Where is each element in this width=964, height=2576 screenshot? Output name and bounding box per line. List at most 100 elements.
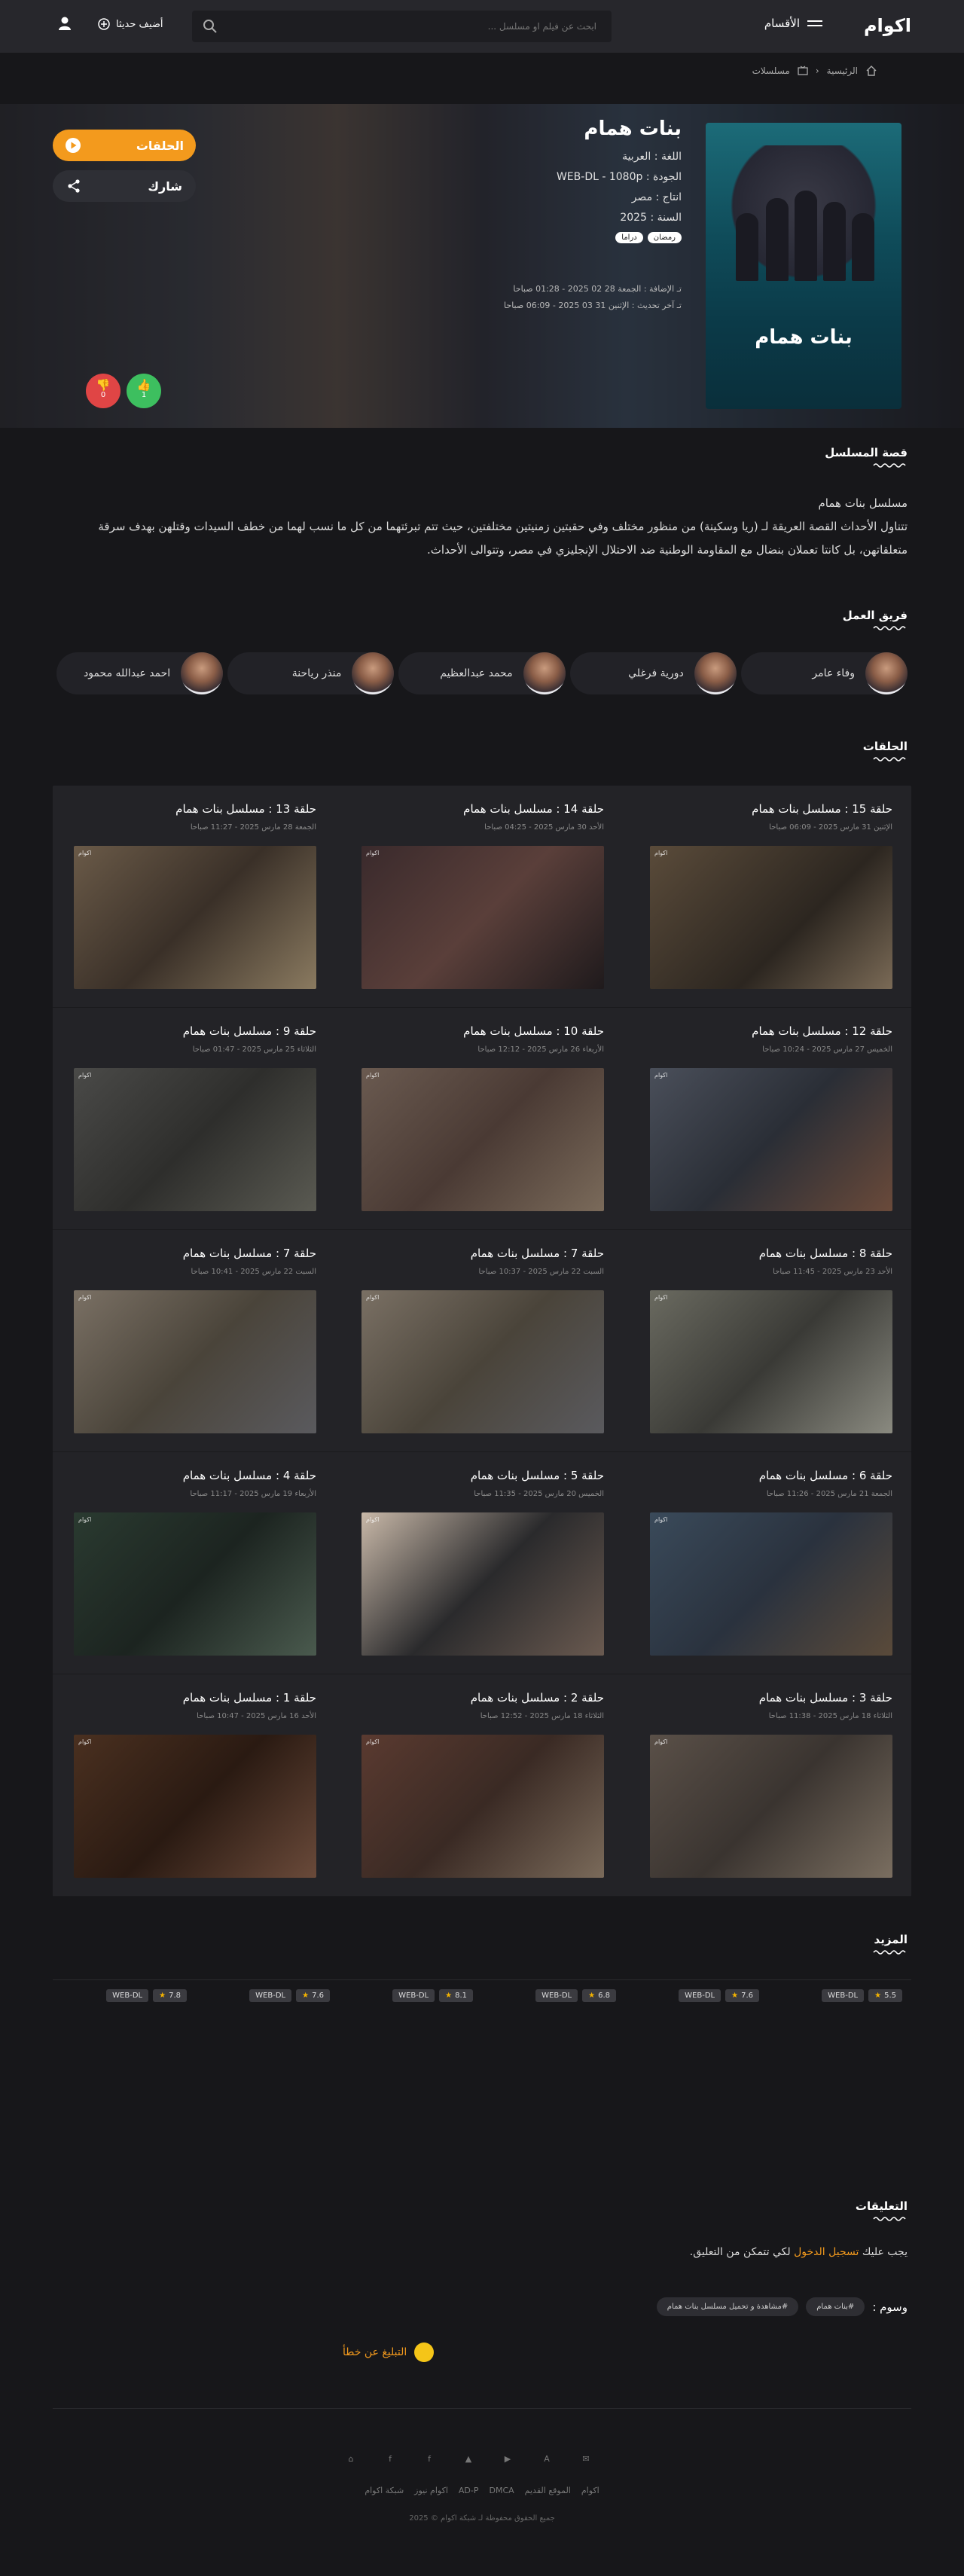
episode-card[interactable]: حلقة 9 : مسلسل بنات همام الثلاثاء 25 مارس… bbox=[68, 1024, 316, 1213]
team-member[interactable]: وفاء عامر bbox=[740, 652, 908, 694]
team-member[interactable]: محمد عبدالعظيم bbox=[398, 652, 566, 694]
episode-title[interactable]: حلقة 1 : مسلسل بنات همام bbox=[68, 1691, 316, 1705]
episode-card[interactable]: حلقة 7 : مسلسل بنات همام السبت 22 مارس 20… bbox=[68, 1247, 316, 1435]
breadcrumb-series[interactable]: مسلسلات bbox=[752, 66, 790, 76]
episode-title[interactable]: حلقة 7 : مسلسل بنات همام bbox=[355, 1247, 604, 1260]
footer-link[interactable]: الموقع القديم bbox=[525, 2486, 571, 2495]
facebook-page-icon[interactable]: f bbox=[421, 2450, 438, 2467]
episode-date: السبت 22 مارس 2025 - 10:41 صباحا bbox=[191, 1268, 316, 1276]
episode-card[interactable]: حلقة 15 : مسلسل بنات همام الإثنين 31 مارس… bbox=[644, 802, 892, 990]
episodes-button-label: الحلقات bbox=[136, 138, 184, 153]
series-quality: الجودة : WEB-DL - 1080p bbox=[556, 171, 682, 183]
keyword-tag[interactable]: #مشاهدة و تحميل مسلسل بنات همام bbox=[656, 2297, 799, 2316]
episode-title[interactable]: حلقة 13 : مسلسل بنات همام bbox=[68, 802, 316, 816]
episode-title[interactable]: حلقة 14 : مسلسل بنات همام bbox=[355, 802, 604, 816]
quality-badge: WEB-DL bbox=[249, 1988, 292, 2002]
episode-card[interactable]: حلقة 12 : مسلسل بنات همام الخميس 27 مارس … bbox=[644, 1024, 892, 1213]
episode-thumbnail[interactable]: اكوام bbox=[650, 1068, 892, 1211]
recently-added-link[interactable]: أضيف حديثا bbox=[98, 18, 163, 30]
episode-thumbnail[interactable]: اكوام bbox=[650, 1512, 892, 1656]
team-member[interactable]: احمد عبدالله محمود bbox=[56, 652, 224, 694]
episode-card[interactable]: حلقة 1 : مسلسل بنات همام الأحد 16 مارس 20… bbox=[68, 1691, 316, 1879]
episode-card[interactable]: حلقة 8 : مسلسل بنات همام الأحد 23 مارس 20… bbox=[644, 1247, 892, 1435]
more-item[interactable]: WEB-DL ★ 5.5 bbox=[822, 1986, 902, 2004]
episode-title[interactable]: حلقة 7 : مسلسل بنات همام bbox=[68, 1247, 316, 1260]
episode-card[interactable]: حلقة 2 : مسلسل بنات همام الثلاثاء 18 مارس… bbox=[355, 1691, 604, 1879]
like-button[interactable]: 👍 1 bbox=[127, 374, 161, 408]
episode-thumbnail[interactable]: اكوام bbox=[650, 1290, 892, 1433]
more-item[interactable]: WEB-DL ★ 6.8 bbox=[535, 1986, 616, 2004]
episode-thumbnail[interactable]: اكوام bbox=[74, 1735, 316, 1878]
footer-link[interactable]: اكوام bbox=[581, 2486, 599, 2495]
episodes-button[interactable]: الحلقات bbox=[53, 130, 196, 161]
episode-title[interactable]: حلقة 6 : مسلسل بنات همام bbox=[644, 1469, 892, 1482]
episode-thumbnail[interactable]: اكوام bbox=[362, 846, 604, 989]
episode-title[interactable]: حلقة 12 : مسلسل بنات همام bbox=[644, 1024, 892, 1038]
footer-link[interactable]: DMCA bbox=[490, 2486, 514, 2495]
episode-thumbnail[interactable]: اكوام bbox=[362, 1290, 604, 1433]
genre-tag[interactable]: رمضان bbox=[647, 232, 682, 243]
site-logo[interactable]: اكوام bbox=[864, 15, 911, 36]
episode-card[interactable]: حلقة 10 : مسلسل بنات همام الأربعاء 26 مار… bbox=[355, 1024, 604, 1213]
login-link[interactable]: تسجيل الدخول bbox=[794, 2246, 859, 2258]
app-store-icon[interactable]: A bbox=[538, 2450, 555, 2467]
team-member[interactable]: منذر رياحنة bbox=[227, 652, 395, 694]
contact-icon[interactable]: ✉ bbox=[578, 2450, 594, 2467]
episode-card[interactable]: حلقة 14 : مسلسل بنات همام الأحد 30 مارس 2… bbox=[355, 802, 604, 990]
poster-title: بنات همام bbox=[755, 326, 853, 349]
episode-title[interactable]: حلقة 5 : مسلسل بنات همام bbox=[355, 1469, 604, 1482]
episode-thumbnail[interactable]: اكوام bbox=[362, 1068, 604, 1211]
episode-thumbnail[interactable]: اكوام bbox=[74, 846, 316, 989]
episode-card[interactable]: حلقة 13 : مسلسل بنات همام الجمعة 28 مارس … bbox=[68, 802, 316, 990]
episode-thumbnail[interactable]: اكوام bbox=[362, 1735, 604, 1878]
share-button[interactable]: شارك bbox=[53, 170, 196, 202]
user-icon[interactable] bbox=[56, 15, 73, 32]
episode-card[interactable]: حلقة 5 : مسلسل بنات همام الخميس 20 مارس 2… bbox=[355, 1469, 604, 1657]
sections-menu-button[interactable]: الأقسام bbox=[764, 17, 822, 30]
more-item[interactable]: WEB-DL ★ 7.6 bbox=[679, 1986, 759, 2004]
episode-thumbnail[interactable]: اكوام bbox=[74, 1290, 316, 1433]
episode-card[interactable]: حلقة 4 : مسلسل بنات همام الأربعاء 19 مارس… bbox=[68, 1469, 316, 1657]
home-icon[interactable]: ⌂ bbox=[343, 2450, 359, 2467]
keyword-tag[interactable]: #بنات همام bbox=[806, 2297, 865, 2316]
episode-card[interactable]: حلقة 7 : مسلسل بنات همام السبت 22 مارس 20… bbox=[355, 1247, 604, 1435]
episode-title[interactable]: حلقة 2 : مسلسل بنات همام bbox=[355, 1691, 604, 1705]
episode-title[interactable]: حلقة 3 : مسلسل بنات همام bbox=[644, 1691, 892, 1705]
home-icon[interactable] bbox=[865, 65, 877, 77]
facebook-icon[interactable]: f bbox=[382, 2450, 398, 2467]
episode-title[interactable]: حلقة 10 : مسلسل بنات همام bbox=[355, 1024, 604, 1038]
more-item[interactable]: WEB-DL ★ 7.8 bbox=[106, 1986, 187, 2004]
watermark-logo: اكوام bbox=[654, 1738, 668, 1745]
episode-card[interactable]: حلقة 6 : مسلسل بنات همام الجمعة 21 مارس 2… bbox=[644, 1469, 892, 1657]
episode-card[interactable]: حلقة 3 : مسلسل بنات همام الثلاثاء 18 مارس… bbox=[644, 1691, 892, 1879]
footer-link[interactable]: اكوام نيوز bbox=[414, 2486, 448, 2495]
search-icon[interactable] bbox=[203, 19, 218, 34]
dislike-button[interactable]: 👎 0 bbox=[86, 374, 120, 408]
breadcrumb-home[interactable]: الرئيسية bbox=[827, 66, 858, 76]
episode-row: حلقة 15 : مسلسل بنات همام الإثنين 31 مارس… bbox=[53, 786, 911, 1008]
more-item[interactable]: WEB-DL ★ 8.1 bbox=[392, 1986, 473, 2004]
team-member[interactable]: دورية فرغلي bbox=[569, 652, 737, 694]
episode-date: الأربعاء 19 مارس 2025 - 11:17 صباحا bbox=[190, 1490, 316, 1498]
youtube-icon[interactable]: ▶ bbox=[499, 2450, 516, 2467]
episode-title[interactable]: حلقة 8 : مسلسل بنات همام bbox=[644, 1247, 892, 1260]
footer-link[interactable]: شبكة اكوام bbox=[365, 2486, 404, 2495]
search-input[interactable] bbox=[192, 11, 612, 42]
episode-thumbnail[interactable]: اكوام bbox=[650, 1735, 892, 1878]
more-item[interactable]: WEB-DL ★ 7.6 bbox=[249, 1986, 330, 2004]
episode-thumbnail[interactable]: اكوام bbox=[74, 1512, 316, 1656]
episode-thumbnail[interactable]: اكوام bbox=[650, 846, 892, 989]
share-icon bbox=[68, 179, 80, 193]
genre-tag[interactable]: دراما bbox=[615, 232, 643, 243]
report-error-button[interactable]: التبليغ عن خطأ bbox=[343, 2343, 435, 2362]
watermark-logo: اكوام bbox=[366, 1072, 380, 1079]
footer-link[interactable]: AD-P bbox=[459, 2486, 479, 2495]
episode-thumbnail[interactable]: اكوام bbox=[74, 1068, 316, 1211]
rating-badge: ★ 7.6 bbox=[296, 1988, 330, 2002]
episode-title[interactable]: حلقة 9 : مسلسل بنات همام bbox=[68, 1024, 316, 1038]
episode-title[interactable]: حلقة 4 : مسلسل بنات همام bbox=[68, 1469, 316, 1482]
episode-title[interactable]: حلقة 15 : مسلسل بنات همام bbox=[644, 802, 892, 816]
episode-row: حلقة 8 : مسلسل بنات همام الأحد 23 مارس 20… bbox=[53, 1230, 911, 1452]
episode-thumbnail[interactable]: اكوام bbox=[362, 1512, 604, 1656]
app-icon[interactable]: ▲ bbox=[460, 2450, 477, 2467]
